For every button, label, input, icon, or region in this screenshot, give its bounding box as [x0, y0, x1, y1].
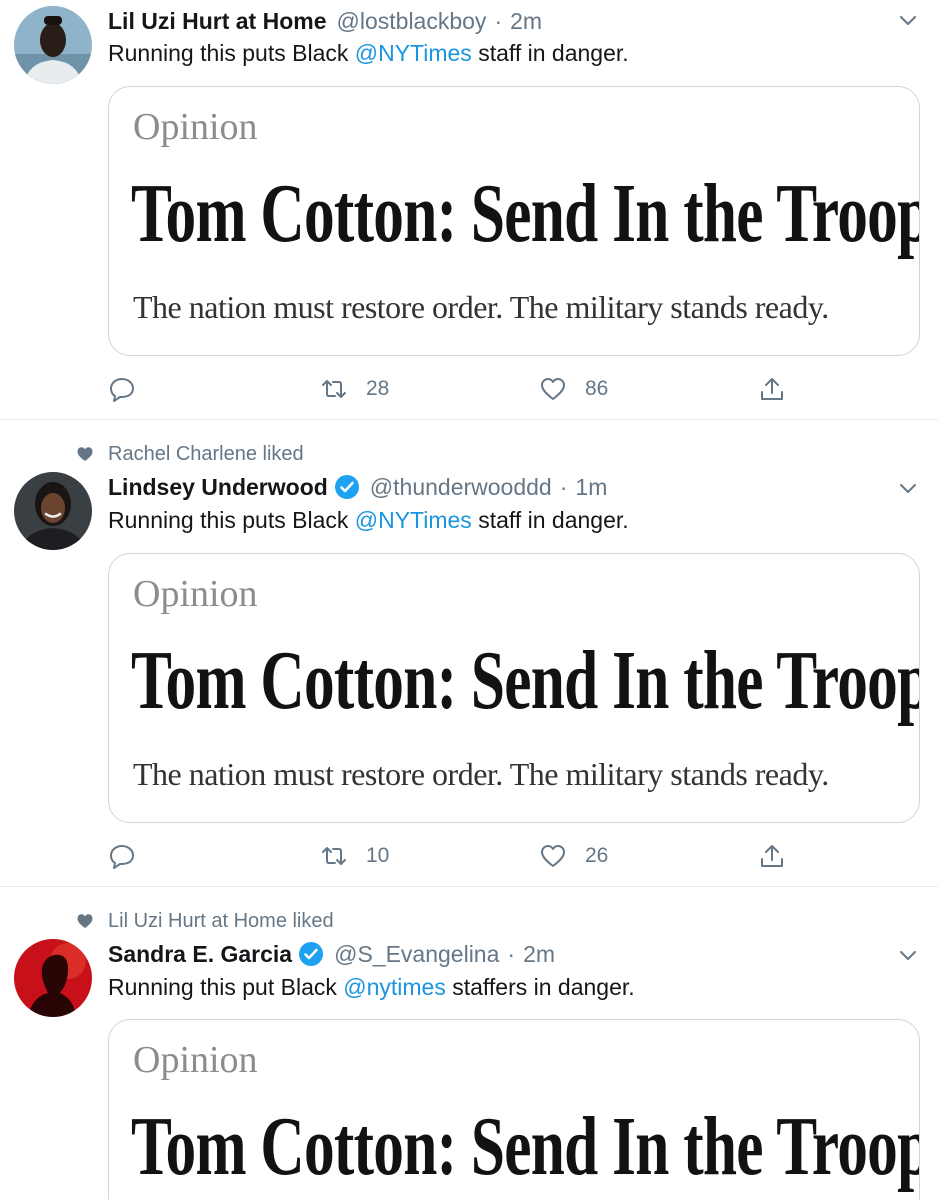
tweet-text: Running this puts Black @NYTimes staff i… — [108, 507, 629, 534]
avatar[interactable] — [14, 939, 92, 1017]
separator-dot: · — [494, 7, 503, 34]
mention-link[interactable]: @nytimes — [343, 974, 446, 1000]
heart-icon — [76, 912, 94, 930]
card-kicker: Opinion — [133, 1039, 258, 1081]
retweet-icon — [320, 375, 348, 403]
social-context[interactable]: Lil Uzi Hurt at Home liked — [76, 909, 334, 933]
author-handle[interactable]: @lostblackboy — [337, 8, 487, 35]
mention-link[interactable]: @NYTimes — [355, 507, 472, 533]
like-button[interactable]: 26 — [539, 841, 608, 871]
card-dek: The nation must restore order. The milit… — [133, 756, 829, 792]
author-name[interactable]: Sandra E. Garcia — [108, 941, 292, 968]
heart-icon — [539, 842, 567, 870]
heart-icon — [76, 445, 94, 463]
timestamp[interactable]: 2m — [523, 941, 555, 968]
card-kicker: Opinion — [133, 573, 258, 615]
tweet-text-end: staff in danger. — [471, 40, 629, 66]
tweet[interactable]: Lil Uzi Hurt at Home liked Sandra E. Gar… — [0, 887, 938, 1200]
heart-icon — [539, 375, 567, 403]
like-count: 86 — [585, 377, 609, 400]
like-button[interactable]: 86 — [539, 374, 608, 404]
avatar[interactable] — [14, 472, 92, 550]
social-context-text[interactable]: Rachel Charlene liked — [108, 443, 304, 466]
link-card[interactable]: Opinion Tom Cotton: Send In the Troops T… — [108, 553, 920, 823]
card-headline: Tom Cotton: Send In the Troops — [131, 167, 920, 260]
tweet-text-start: Running this puts Black — [108, 507, 355, 533]
tweet[interactable]: Rachel Charlene liked Lindsey Underwood … — [0, 420, 938, 887]
tweet-text-end: staffers in danger. — [445, 974, 635, 1000]
tweet-text: Running this put Black @nytimes staffers… — [108, 974, 635, 1001]
mention-link[interactable]: @NYTimes — [355, 40, 472, 66]
chevron-down-icon[interactable] — [896, 8, 920, 32]
like-count: 26 — [585, 844, 609, 867]
card-kicker: Opinion — [133, 106, 258, 148]
tweet-text-start: Running this put Black — [108, 974, 344, 1000]
reply-button[interactable] — [108, 841, 154, 871]
tweet[interactable]: Lil Uzi Hurt at Home @lostblackboy · 2m … — [0, 0, 938, 420]
link-card[interactable]: Opinion Tom Cotton: Send In the Troops — [108, 1019, 920, 1200]
link-card[interactable]: Opinion Tom Cotton: Send In the Troops T… — [108, 86, 920, 356]
avatar[interactable] — [14, 6, 92, 84]
author-handle[interactable]: @thunderwooddd — [370, 474, 552, 501]
author-name[interactable]: Lindsey Underwood — [108, 474, 328, 501]
reply-icon — [108, 842, 136, 870]
timestamp[interactable]: 2m — [510, 8, 542, 35]
retweet-count: 28 — [366, 377, 390, 400]
separator-dot: · — [507, 940, 516, 967]
tweet-text-start: Running this puts Black — [108, 40, 355, 66]
verified-badge-icon — [334, 474, 360, 500]
author-handle[interactable]: @S_Evangelina — [334, 941, 499, 968]
tweet-text: Running this puts Black @NYTimes staff i… — [108, 40, 629, 67]
reply-button[interactable] — [108, 374, 154, 404]
author-name[interactable]: Lil Uzi Hurt at Home — [108, 8, 327, 35]
chevron-down-icon[interactable] — [896, 476, 920, 500]
action-bar: 10 26 — [108, 841, 808, 871]
share-icon — [758, 842, 786, 870]
share-icon — [758, 375, 786, 403]
social-context-text[interactable]: Lil Uzi Hurt at Home liked — [108, 910, 334, 933]
retweet-button[interactable]: 28 — [320, 374, 389, 404]
separator-dot: · — [559, 473, 568, 500]
share-button[interactable] — [758, 374, 804, 404]
retweet-button[interactable]: 10 — [320, 841, 389, 871]
verified-badge-icon — [298, 941, 324, 967]
card-headline: Tom Cotton: Send In the Troops — [131, 634, 920, 727]
action-bar: 28 86 — [108, 374, 808, 404]
card-headline: Tom Cotton: Send In the Troops — [131, 1100, 920, 1193]
timestamp[interactable]: 1m — [575, 474, 607, 501]
tweet-text-end: staff in danger. — [471, 507, 629, 533]
chevron-down-icon[interactable] — [896, 943, 920, 967]
retweet-count: 10 — [366, 844, 390, 867]
retweet-icon — [320, 842, 348, 870]
reply-icon — [108, 375, 136, 403]
social-context[interactable]: Rachel Charlene liked — [76, 442, 304, 466]
card-dek: The nation must restore order. The milit… — [133, 289, 829, 325]
share-button[interactable] — [758, 841, 804, 871]
